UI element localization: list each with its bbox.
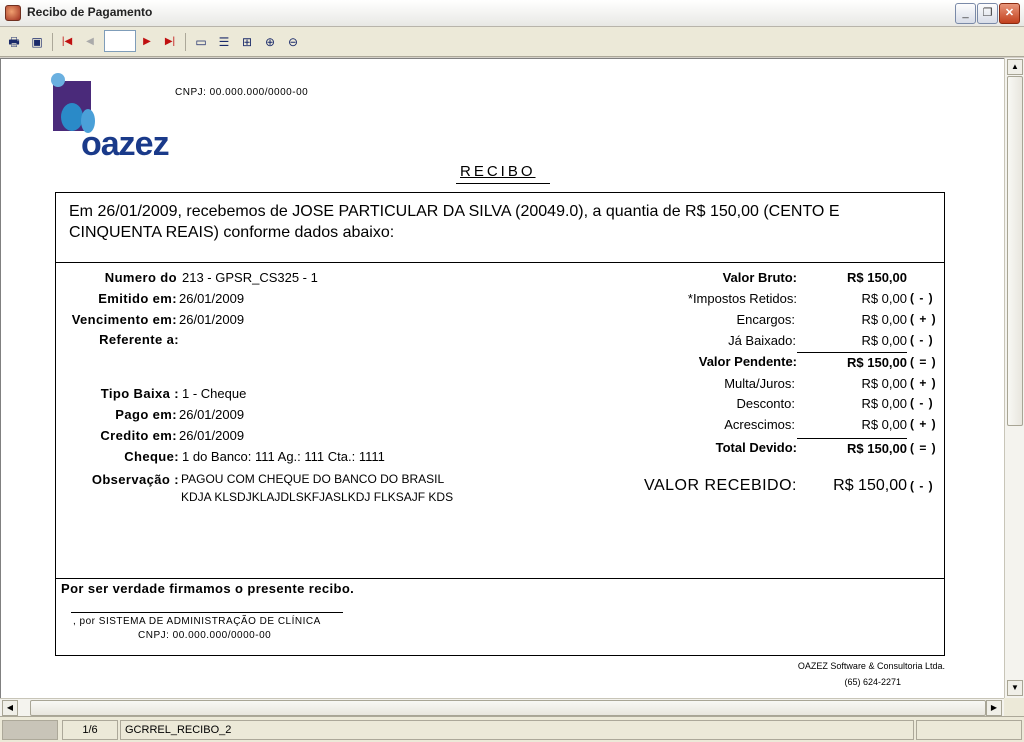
status-page: 1/6 — [62, 720, 118, 740]
field-label-referente: Referente a: — [99, 332, 179, 347]
field-value-tipo-baixa: 1 - Cheque — [182, 386, 247, 401]
oazez-logo: oazez — [51, 73, 176, 163]
right-value-impostos: R$ 0,00 — [861, 291, 907, 306]
scroll-up-icon[interactable]: ▲ — [1007, 59, 1023, 75]
valor-recebido-label: VALOR RECEBIDO: — [643, 477, 797, 494]
right-value-multa: R$ 0,00 — [861, 376, 907, 391]
field-label-cheque: Cheque: — [124, 449, 179, 464]
print-icon[interactable]: 🖶 — [5, 33, 23, 51]
field-label-vencimento: Vencimento em: — [71, 312, 177, 327]
field-value-observacao-line2: KDJA KLSDJKLAJDLSKFJASLKDJ FLKSAJF KDS — [181, 490, 454, 504]
right-value-total-devido: R$ 150,00 — [847, 441, 907, 456]
right-label-ja-baixado: Já Baixado: — [728, 333, 796, 348]
window-title: Recibo de Pagamento — [27, 5, 153, 19]
previous-page-icon[interactable]: ◀ — [81, 33, 99, 51]
field-value-credito: 26/01/2009 — [179, 428, 245, 443]
horizontal-scroll-thumb[interactable] — [30, 700, 986, 716]
status-bar: 1/6 GCRREL_RECIBO_2 — [0, 716, 1024, 742]
right-value-desconto: R$ 0,00 — [861, 396, 907, 411]
closing-statement: Por ser verdade firmamos o presente reci… — [61, 581, 355, 596]
right-label-valor-bruto: Valor Bruto: — [722, 270, 797, 285]
valor-recebido-value: R$ 150,00 — [833, 477, 907, 494]
report-preview[interactable]: oazez CNPJ: 00.000.000/0000-00 RECIBO Em… — [0, 58, 1004, 698]
zoom-out-icon[interactable]: ⊖ — [284, 33, 302, 51]
scroll-left-icon[interactable]: ◀ — [2, 700, 18, 716]
horizontal-scrollbar[interactable]: ◀ ▶ — [0, 698, 1004, 716]
field-label-tipo-baixa: Tipo Baixa : — [100, 386, 179, 401]
first-page-icon[interactable]: |◀ — [58, 33, 76, 51]
right-label-acrescimos: Acrescimos: — [724, 417, 795, 432]
header-cnpj: CNPJ: 00.000.000/0000-00 — [175, 87, 309, 98]
field-label-pago: Pago em: — [115, 407, 177, 422]
minimize-button[interactable]: _ — [955, 3, 976, 24]
logo-text: oazez — [81, 125, 170, 163]
field-value-pago: 26/01/2009 — [179, 407, 245, 422]
right-label-encargos: Encargos: — [736, 312, 795, 327]
vertical-scrollbar[interactable]: ▲ ▼ — [1004, 58, 1024, 698]
whole-page-icon[interactable]: ▭ — [192, 33, 210, 51]
vertical-scroll-thumb[interactable] — [1007, 76, 1023, 426]
right-sign-encargos: ( + ) — [910, 312, 937, 326]
right-sign-multa: ( + ) — [910, 376, 937, 390]
valor-recebido-sign: ( - ) — [910, 479, 934, 493]
scroll-down-icon[interactable]: ▼ — [1007, 680, 1023, 696]
scroll-right-icon[interactable]: ▶ — [986, 700, 1002, 716]
field-value-vencimento: 26/01/2009 — [179, 312, 245, 327]
field-label-emitido: Emitido em: — [98, 291, 177, 306]
status-progress — [2, 720, 58, 740]
right-value-valor-bruto: R$ 150,00 — [847, 270, 907, 285]
right-label-valor-pendente: Valor Pendente: — [698, 354, 797, 369]
company-name: OAZEZ Software & Consultoria Ltda. — [797, 661, 945, 671]
field-label-observacao: Observação : — [91, 472, 179, 487]
signer-cnpj: CNPJ: 00.000.000/0000-00 — [138, 630, 272, 641]
right-value-ja-baixado: R$ 0,00 — [861, 333, 907, 348]
right-label-total-devido: Total Devido: — [715, 440, 797, 455]
right-sign-ja-baixado: ( - ) — [910, 333, 934, 347]
next-page-icon[interactable]: ▶ — [138, 33, 156, 51]
right-sign-acrescimos: ( + ) — [910, 417, 937, 431]
receipt-intro: Em 26/01/2009, recebemos de JOSE PARTICU… — [69, 203, 840, 241]
status-report-name: GCRREL_RECIBO_2 — [120, 720, 914, 740]
field-value-emitido: 26/01/2009 — [179, 291, 245, 306]
field-label-numero: Numero do — [104, 270, 177, 285]
last-page-icon[interactable]: ▶| — [161, 33, 179, 51]
right-value-acrescimos: R$ 0,00 — [861, 417, 907, 432]
page-width-icon[interactable]: ☰ — [215, 33, 233, 51]
field-value-cheque: 1 do Banco: 111 Ag.: 111 Cta.: 1111 — [182, 449, 385, 464]
field-label-credito: Credito em: — [100, 428, 177, 443]
signer-name: , por SISTEMA DE ADMINISTRAÇÃO DE CLÍNIC… — [73, 616, 321, 627]
report-title: RECIBO — [460, 163, 536, 180]
status-extra — [916, 720, 1022, 740]
right-sign-valor-pendente: ( = ) — [910, 355, 937, 369]
toolbar: 🖶 ▣ |◀ ◀ ▶ ▶| ▭ ☰ ⊞ ⊕ ⊖ — [0, 27, 1024, 57]
field-value-numero: 213 - GPSR_CS325 - 1 — [182, 270, 318, 285]
right-value-encargos: R$ 0,00 — [861, 312, 907, 327]
field-value-observacao: PAGOU COM CHEQUE DO BANCO DO BRASIL — [181, 472, 445, 486]
right-label-impostos: *Impostos Retidos: — [687, 291, 797, 306]
right-value-valor-pendente: R$ 150,00 — [847, 355, 907, 370]
hundred-percent-icon[interactable]: ⊞ — [238, 33, 256, 51]
page-number-input[interactable] — [104, 30, 136, 52]
close-button[interactable]: ✕ — [999, 3, 1020, 24]
right-sign-impostos: ( - ) — [910, 291, 934, 305]
restore-button[interactable]: ❐ — [977, 3, 998, 24]
save-icon[interactable]: ▣ — [28, 33, 46, 51]
title-bar: Recibo de Pagamento _ ❐ ✕ — [0, 0, 1024, 27]
company-phone: (65) 624-2271 — [844, 677, 901, 687]
right-sign-total-devido: ( = ) — [910, 441, 937, 455]
right-label-desconto: Desconto: — [736, 396, 795, 411]
zoom-in-icon[interactable]: ⊕ — [261, 33, 279, 51]
right-sign-desconto: ( - ) — [910, 396, 934, 410]
right-label-multa: Multa/Juros: — [724, 376, 795, 391]
app-icon[interactable] — [5, 5, 21, 21]
